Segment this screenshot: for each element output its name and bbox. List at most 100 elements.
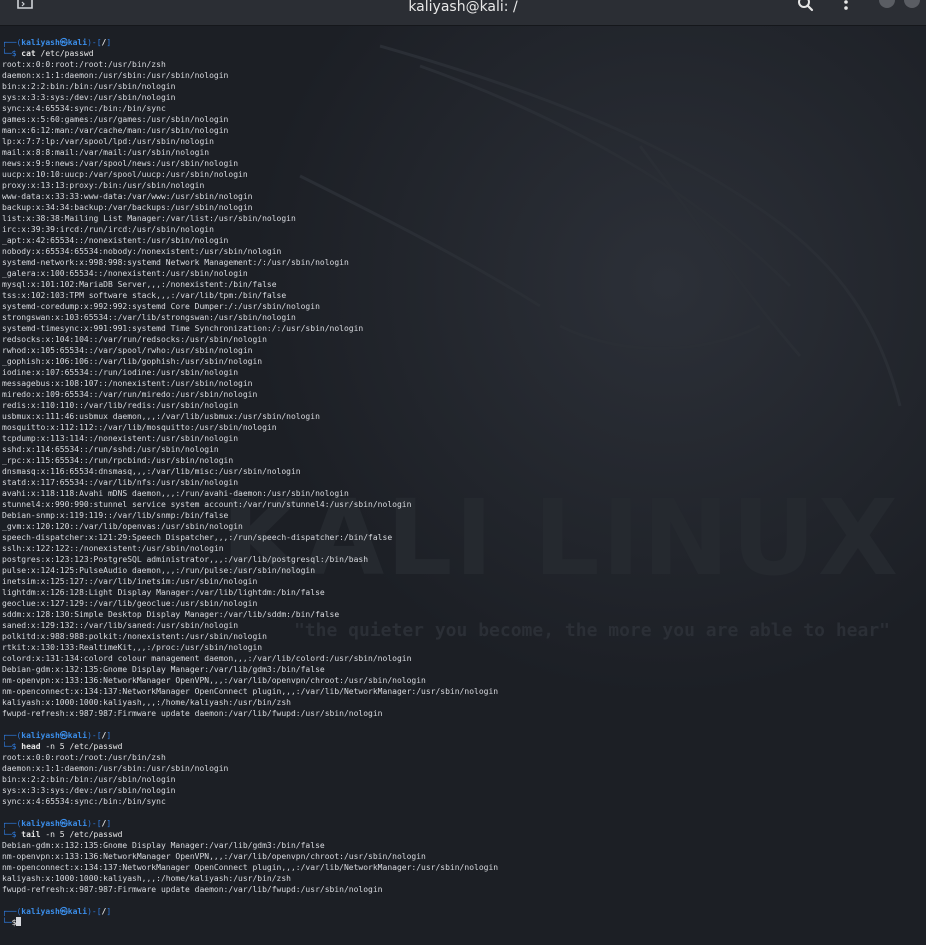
prompt-user: kaliyash [21,731,60,740]
output-line: nm-openvpn:x:133:136:NetworkManager Open… [2,676,426,685]
prompt-decoration: ] [106,819,112,828]
prompt-line: ┌──(kaliyash㉿kali)-[/] [2,818,922,829]
output-line: games:x:5:60:games:/usr/games:/usr/sbin/… [2,115,229,124]
prompt-host: kali [67,907,88,916]
output-line: sddm:x:128:130:Simple Desktop Display Ma… [2,610,340,619]
output-line: sshd:x:114:65534::/run/sshd:/usr/sbin/no… [2,445,219,454]
output-line: nm-openvpn:x:133:136:NetworkManager Open… [2,852,426,861]
prompt-decoration: )-[ [87,907,102,916]
output-line: root:x:0:0:root:/root:/usr/bin/zsh [2,60,166,69]
prompt-line: ┌──(kaliyash㉿kali)-[/] [2,906,922,917]
kebab-menu-icon[interactable] [838,0,854,12]
output-line: daemon:x:1:1:daemon:/usr/sbin:/usr/sbin/… [2,764,229,773]
prompt-decoration: └─$ [2,742,22,751]
output-line: avahi:x:118:118:Avahi mDNS daemon,,,:/ru… [2,489,349,498]
prompt-user: kaliyash [21,38,60,47]
output-line: list:x:38:38:Mailing List Manager:/var/l… [2,214,296,223]
output-line: bin:x:2:2:bin:/bin:/usr/sbin/nologin [2,82,176,91]
prompt-decoration: └─$ [2,49,22,58]
output-line: lp:x:7:7:lp:/var/spool/lpd:/usr/sbin/nol… [2,137,214,146]
output-line: speech-dispatcher:x:121:29:Speech Dispat… [2,533,393,542]
command-line: └─$ head -n 5 /etc/passwd [2,741,922,752]
output-line: _gvm:x:120:120::/var/lib/openvas:/usr/sb… [2,522,243,531]
output-line: sys:x:3:3:sys:/dev:/usr/sbin/nologin [2,786,176,795]
output-line: miredo:x:109:65534::/var/run/miredo:/usr… [2,390,258,399]
prompt-symbol: ㉿ [59,38,68,47]
output-line: redis:x:110:110::/var/lib/redis:/usr/sbi… [2,401,239,410]
output-line: rwhod:x:105:65534::/var/spool/rwho:/usr/… [2,346,253,355]
output-line: _galera:x:100:65534::/nonexistent:/usr/s… [2,269,248,278]
output-line: nm-openconnect:x:134:137:NetworkManager … [2,687,499,696]
prompt-decoration: ] [106,907,112,916]
output-line: rtkit:x:130:133:RealtimeKit,,,:/proc:/us… [2,643,263,652]
output-line: _apt:x:42:65534::/nonexistent:/usr/sbin/… [2,236,229,245]
output-line: proxy:x:13:13:proxy:/bin:/usr/sbin/nolog… [2,181,205,190]
output-line: backup:x:34:34:backup:/var/backups:/usr/… [2,203,253,212]
prompt-line: ┌──(kaliyash㉿kali)-[/] [2,730,922,741]
prompt-decoration: )-[ [87,731,102,740]
output-line: systemd-network:x:998:998:systemd Networ… [2,258,349,267]
command-line: └─$ cat /etc/passwd [2,48,922,59]
output-line: mosquitto:x:112:112::/var/lib/mosquitto:… [2,423,277,432]
output-line: sslh:x:122:122::/nonexistent:/usr/sbin/n… [2,544,224,553]
prompt-decoration: )-[ [87,38,102,47]
output-line: irc:x:39:39:ircd:/run/ircd:/usr/sbin/nol… [2,225,214,234]
terminal-view[interactable]: KALI LINUX "the quieter you become, the … [0,26,926,945]
command-line: └─$ tail -n 5 /etc/passwd [2,829,922,840]
output-line: mysql:x:101:102:MariaDB Server,,,:/nonex… [2,280,277,289]
output-line: redsocks:x:104:104::/var/run/redsocks:/u… [2,335,267,344]
output-line: stunnel4:x:990:990:stunnel service syste… [2,500,412,509]
command-name: cat [21,49,36,58]
output-line: fwupd-refresh:x:987:987:Firmware update … [2,885,383,894]
prompt-decoration: ] [106,38,112,47]
output-line: kaliyash:x:1000:1000:kaliyash,,,:/home/k… [2,874,291,883]
output-line: sync:x:4:65534:sync:/bin:/bin/sync [2,797,166,806]
output-line: lightdm:x:126:128:Light Display Manager:… [2,588,325,597]
prompt-symbol: ㉿ [59,907,68,916]
output-line: tss:x:102:103:TPM software stack,,,:/var… [2,291,287,300]
output-line: bin:x:2:2:bin:/bin:/usr/sbin/nologin [2,775,176,784]
output-line: sync:x:4:65534:sync:/bin:/bin/sync [2,104,166,113]
output-line: systemd-timesync:x:991:991:systemd Time … [2,324,364,333]
prompt-decoration: ┌──( [2,38,22,47]
output-line: tcpdump:x:113:114::/nonexistent:/usr/sbi… [2,434,239,443]
prompt-decoration: └─ [2,918,12,927]
output-line: messagebus:x:108:107::/nonexistent:/usr/… [2,379,253,388]
prompt-symbol: ㉿ [59,731,68,740]
command-args: -n 5 /etc/passwd [45,830,123,839]
output-line: polkitd:x:988:988:polkit:/nonexistent:/u… [2,632,267,641]
command-input[interactable]: └─$ [2,917,922,928]
output-line: fwupd-refresh:x:987:987:Firmware update … [2,709,383,718]
output-line: nm-openconnect:x:134:137:NetworkManager … [2,863,499,872]
prompt-decoration: └─$ [2,830,22,839]
window-title: kaliyash@kali: / [408,0,518,15]
output-line: Debian-gdm:x:132:135:Gnome Display Manag… [2,665,325,674]
search-icon[interactable] [796,0,816,12]
output-line: nobody:x:65534:65534:nobody:/nonexistent… [2,247,282,256]
prompt-decoration: ┌──( [2,819,22,828]
output-line: uucp:x:10:10:uucp:/var/spool/uucp:/usr/s… [2,170,248,179]
output-line: iodine:x:107:65534::/run/iodine:/usr/sbi… [2,368,239,377]
prompt-user: kaliyash [21,907,60,916]
terminal-output: ┌──(kaliyash㉿kali)-[/] └─$ cat /etc/passw… [2,26,922,928]
output-line: saned:x:129:132::/var/lib/saned:/usr/sbi… [2,621,239,630]
output-line: daemon:x:1:1:daemon:/usr/sbin:/usr/sbin/… [2,71,229,80]
output-line: postgres:x:123:123:PostgreSQL administra… [2,555,369,564]
prompt-decoration: ┌──( [2,731,22,740]
output-line: usbmux:x:111:46:usbmux daemon,,,:/var/li… [2,412,320,421]
prompt-host: kali [67,38,88,47]
output-line: inetsim:x:125:127::/var/lib/inetsim:/usr… [2,577,258,586]
output-line: www-data:x:33:33:www-data:/var/www:/usr/… [2,192,253,201]
prompt-user: kaliyash [21,819,60,828]
output-line: Debian-snmp:x:119:119::/var/lib/snmp:/bi… [2,511,229,520]
output-line: Debian-gdm:x:132:135:Gnome Display Manag… [2,841,325,850]
output-line: geoclue:x:127:129::/var/lib/geoclue:/usr… [2,599,258,608]
output-line: strongswan:x:103:65534::/var/lib/strongs… [2,313,296,322]
output-line: dnsmasq:x:116:65534:dnsmasq,,,:/var/lib/… [2,467,301,476]
output-line: mail:x:8:8:mail:/var/mail:/usr/sbin/nolo… [2,148,210,157]
prompt-decoration: ] [106,731,112,740]
